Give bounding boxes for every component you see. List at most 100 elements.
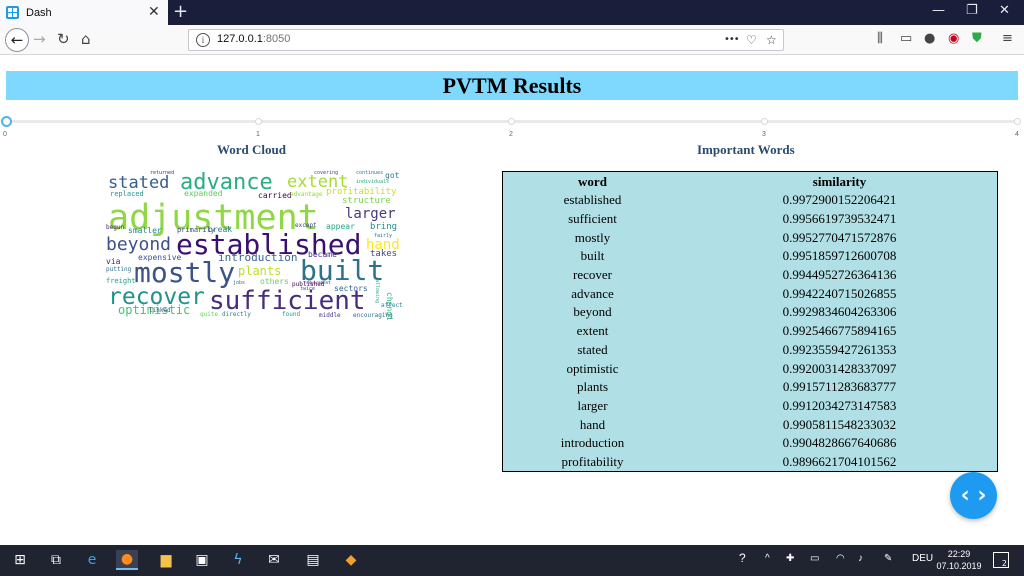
window-close-icon[interactable]: ✕ [999,4,1010,18]
battery-icon[interactable]: ▭ [810,553,819,564]
git-icon[interactable]: ◆ [340,550,362,570]
sidebar-icon[interactable]: ▭ [900,30,912,48]
word-cloud-word: covering [314,170,339,176]
slider-mark-label[interactable]: 4 [1015,131,1019,138]
results-header: PVTM Results [6,71,1018,100]
slider-mark-label[interactable]: 3 [762,131,766,138]
task-view-icon[interactable]: ⧉ [45,550,67,570]
back-button[interactable]: ← [5,28,29,52]
topic-slider[interactable]: 0 1 2 3 4 [0,113,1024,143]
word-cloud-word: expensive [138,253,182,262]
word-cloud-word: carried [258,191,292,200]
volume-icon[interactable]: ♪ [858,553,863,564]
similarity-cell: 0.9920031428337097 [782,360,897,376]
word-cloud-word: appear [326,222,355,231]
url-text: 127.0.0.1:8050 [217,33,290,45]
table-header-row: word similarity [503,172,997,191]
similarity-cell: 0.9956619739532471 [782,211,897,227]
pocket-icon[interactable]: ♡ [746,32,757,48]
forward-icon[interactable]: → [33,30,46,48]
word-cell: introduction [560,435,625,451]
word-cloud-word: requirement [304,280,331,285]
restore-icon[interactable]: ❐ [966,4,978,18]
word-cell: plants [576,379,609,395]
terminal-icon[interactable]: ▤ [302,550,324,570]
taskbar-clock[interactable]: 22:29 07.10.2019 [936,548,982,572]
word-cell: extent [576,323,609,339]
word-cloud-image: adjustment established sufficient mostly bui… [104,170,404,320]
word-cloud-word: directly [222,311,251,318]
word-cloud-word: plants [238,264,282,278]
mail-icon[interactable]: ✉ [263,550,285,570]
pen-icon[interactable]: ✎ [884,553,892,564]
word-cloud-word: jobs [233,280,246,286]
word-cloud-word: quite [200,311,219,318]
home-icon[interactable]: ⌂ [81,30,91,48]
slider-handle[interactable] [1,116,12,127]
edge-icon[interactable]: e [81,550,103,570]
word-cloud-word: returned [150,170,175,176]
word-cloud-word: found [282,311,301,318]
slider-mark-label[interactable]: 0 [3,131,7,138]
word-cloud-word: affect [381,302,403,309]
word-cloud-word: sectors [334,284,368,293]
word-cloud-word: linked [149,307,171,314]
slider-mark-label[interactable]: 1 [256,131,260,138]
word-cell: built [580,248,605,264]
shield-icon[interactable]: ⛊ [972,30,982,48]
slider-dot[interactable] [1014,118,1021,125]
file-explorer-icon[interactable]: ▆ [155,550,177,570]
tray-chevron-icon[interactable]: ^ [765,553,770,564]
table-row: beyond 0.9929834604263306 [503,303,997,322]
browser-tab[interactable]: Dash ✕ [0,0,168,25]
language-indicator[interactable]: DEU [912,553,933,564]
table-row: plants 0.9915711283683777 [503,378,997,397]
word-cell: hand [579,416,606,432]
windows-start-icon[interactable]: ⊞ [9,550,31,570]
firefox-icon[interactable]: ● [116,550,138,570]
account-icon[interactable]: ● [924,30,935,48]
new-tab-icon[interactable]: + [173,2,188,22]
store-icon[interactable]: ▣ [191,550,213,570]
arrow-left-icon: ← [10,31,24,49]
word-cell: beyond [573,304,612,320]
important-words-table: word similarity established 0.99729001522… [502,171,998,472]
similarity-cell: 0.9929834604263306 [782,304,897,320]
word-cloud-title: Word Cloud [217,142,286,157]
browser-tab-bar: Dash ✕ + — ❐ ✕ [0,0,1024,25]
tray-app-icon[interactable]: ✚ [786,553,794,564]
page-actions-icon[interactable]: ••• [724,32,740,48]
bookmark-star-icon[interactable]: ☆ [766,32,777,48]
similarity-cell: 0.9925466775894165 [782,323,897,339]
wifi-icon[interactable]: ◠ [836,553,845,564]
minimize-icon[interactable]: — [932,4,945,18]
code-toggle-button[interactable]: ‹ › [950,472,997,519]
table-row: built 0.9951859712600708 [503,247,997,266]
word-cloud-word: expanded [184,189,223,198]
slider-mark-label[interactable]: 2 [509,131,513,138]
notification-center-icon[interactable]: 2 [993,552,1009,568]
table-row: hand 0.9905811548233032 [503,415,997,434]
site-info-icon[interactable]: i [196,33,210,47]
slider-dot[interactable] [761,118,768,125]
table-row: extent 0.9925466775894165 [503,322,997,341]
word-cell: recover [573,267,612,283]
addon-red-icon[interactable]: ◉ [948,30,959,48]
similarity-cell: 0.9952770471572876 [782,229,897,245]
help-icon[interactable]: ? [739,551,746,565]
word-cell: optimistic [566,360,619,376]
url-bar[interactable]: i 127.0.0.1:8050 ••• ♡ ☆ [188,29,784,51]
slider-dot[interactable] [255,118,262,125]
table-row: profitability 0.9896621704101562 [503,453,997,472]
library-icon[interactable]: ⫼ [877,30,883,48]
table-row: optimistic 0.9920031428337097 [503,359,997,378]
close-tab-icon[interactable]: ✕ [148,5,160,19]
slider-dot[interactable] [508,118,515,125]
word-cloud-word: putting [106,266,132,273]
app-lightning-icon[interactable]: ϟ [227,550,249,570]
menu-icon[interactable]: ≡ [1002,30,1013,48]
reload-icon[interactable]: ↻ [57,30,70,48]
similarity-cell: 0.9944952726364136 [782,267,897,283]
table-row: advance 0.9942240715026855 [503,284,997,303]
table-row: established 0.9972900152206421 [503,191,997,210]
